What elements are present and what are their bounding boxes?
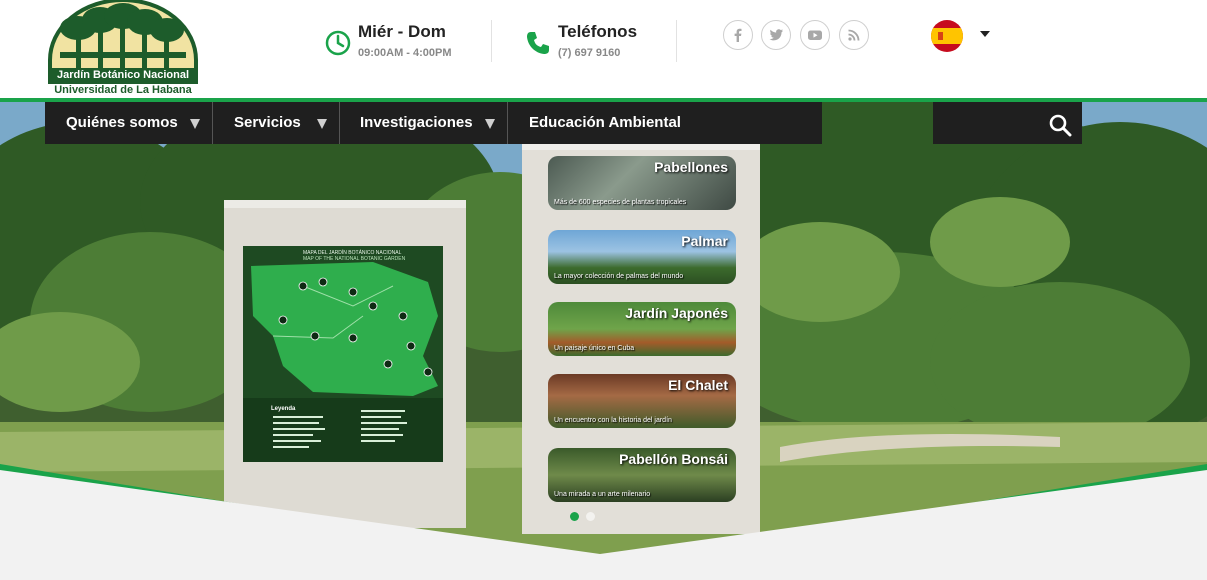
nav-divider: [507, 102, 508, 144]
phone-info: Teléfonos (7) 697 9160: [525, 20, 655, 70]
search-button[interactable]: [933, 102, 1082, 144]
chevron-down-icon[interactable]: [485, 119, 495, 129]
chevron-down-icon[interactable]: [317, 119, 327, 129]
facebook-icon[interactable]: [723, 20, 753, 50]
youtube-icon[interactable]: [800, 20, 830, 50]
nav-quienes-somos[interactable]: Quiénes somos: [66, 102, 178, 144]
nav-investigaciones[interactable]: Investigaciones: [360, 102, 473, 144]
search-icon: [1049, 114, 1072, 137]
opening-hours: Miér - Dom 09:00AM - 4:00PM: [325, 20, 475, 70]
slider-dot-active[interactable]: [570, 512, 579, 521]
hero-bottom-chevron: [0, 464, 1207, 580]
hours-title: Miér - Dom: [358, 22, 446, 41]
clock-icon: [325, 30, 351, 56]
nav-divider: [212, 102, 213, 144]
header-divider: [491, 20, 492, 62]
spain-flag-icon[interactable]: [931, 20, 963, 52]
hours-detail: 09:00AM - 4:00PM: [358, 47, 452, 59]
nav-educacion-ambiental[interactable]: Educación Ambiental: [529, 102, 681, 144]
nav-divider: [339, 102, 340, 144]
site-header: Jardín Botánico Nacional Universidad de …: [0, 0, 1207, 98]
nav-servicios[interactable]: Servicios: [234, 102, 301, 144]
hero-slider: MAPA DEL JARDÍN BOTÁNICO NACIONAL MAP OF…: [0, 102, 1207, 580]
site-logo[interactable]: Jardín Botánico Nacional Universidad de …: [46, 0, 200, 98]
phone-icon: [527, 32, 549, 54]
main-navigation: Quiénes somos Servicios Investigaciones …: [45, 102, 822, 144]
chevron-down-icon[interactable]: [190, 119, 200, 129]
header-divider: [676, 20, 677, 62]
rss-icon[interactable]: [839, 20, 869, 50]
twitter-icon[interactable]: [761, 20, 791, 50]
slider-dot[interactable]: [586, 512, 595, 521]
logo-line-2: Universidad de La Habana: [54, 84, 192, 96]
phone-number[interactable]: (7) 697 9160: [558, 47, 620, 59]
language-dropdown-icon[interactable]: [980, 31, 990, 37]
logo-line-1: Jardín Botánico Nacional: [56, 69, 190, 81]
phone-title: Teléfonos: [558, 22, 638, 41]
